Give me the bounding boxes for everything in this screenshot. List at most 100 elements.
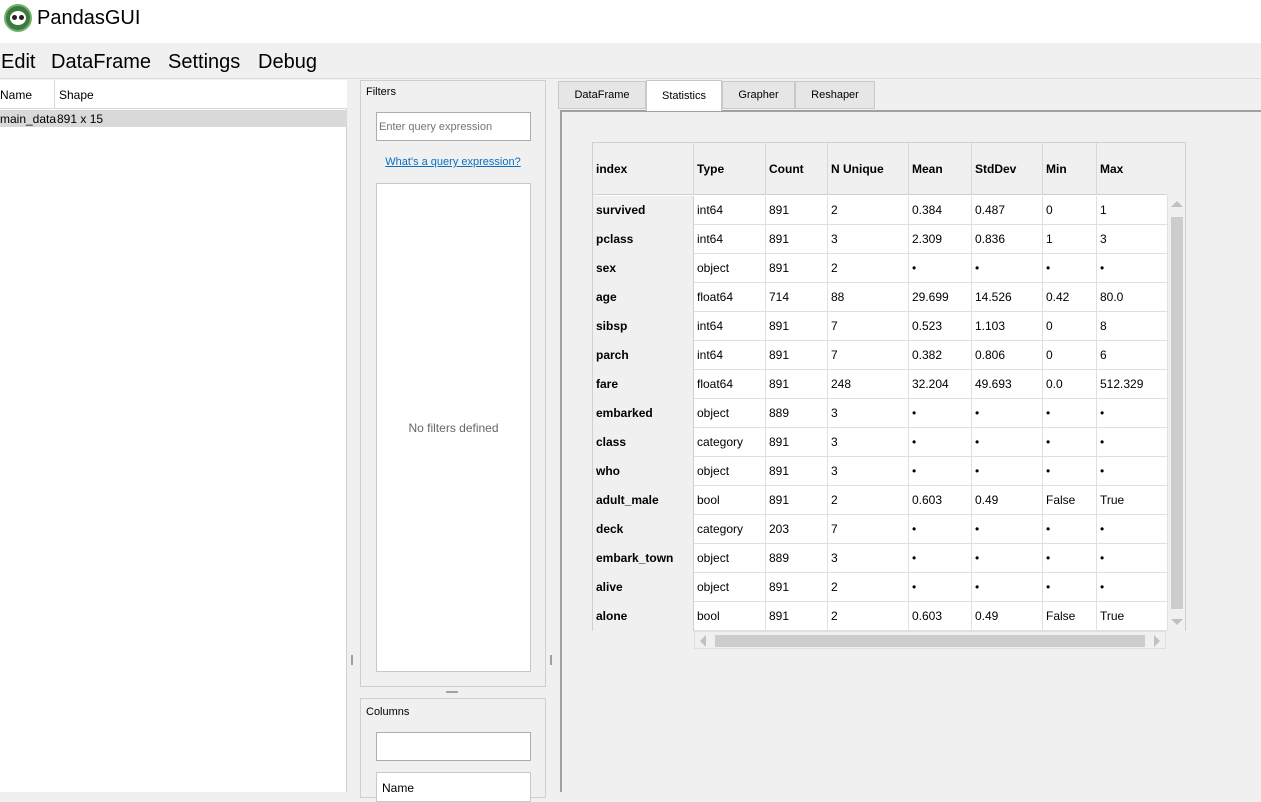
table-row[interactable]: survived int64 891 2 0.384 0.487 0 1 — [593, 196, 1167, 225]
cell-min[interactable]: 1 — [1043, 225, 1097, 254]
cell-count[interactable]: 891 — [766, 602, 828, 631]
cell-n-unique[interactable]: 2 — [828, 254, 909, 283]
cell-stddev[interactable]: • — [972, 573, 1043, 602]
cell-mean[interactable]: • — [909, 254, 972, 283]
cell-type[interactable]: int64 — [694, 312, 766, 341]
cell-index[interactable]: sibsp — [593, 312, 694, 341]
scroll-thumb[interactable] — [1171, 217, 1183, 609]
cell-min[interactable]: • — [1043, 254, 1097, 283]
column-header-max[interactable]: Max — [1097, 143, 1167, 195]
table-row[interactable]: sex object 891 2 • • • • — [593, 254, 1167, 283]
table-row[interactable]: who object 891 3 • • • • — [593, 457, 1167, 486]
panel-splitter[interactable] — [446, 691, 458, 693]
cell-index[interactable]: class — [593, 428, 694, 457]
cell-max[interactable]: • — [1097, 544, 1167, 573]
cell-count[interactable]: 203 — [766, 515, 828, 544]
cell-stddev[interactable]: • — [972, 457, 1043, 486]
table-row[interactable]: parch int64 891 7 0.382 0.806 0 6 — [593, 341, 1167, 370]
query-input[interactable] — [376, 112, 531, 141]
cell-index[interactable]: survived — [593, 196, 694, 225]
tab-dataframe[interactable]: DataFrame — [558, 81, 646, 109]
cell-n-unique[interactable]: 3 — [828, 457, 909, 486]
cell-type[interactable]: int64 — [694, 196, 766, 225]
cell-max[interactable]: • — [1097, 573, 1167, 602]
cell-stddev[interactable]: 0.487 — [972, 196, 1043, 225]
cell-n-unique[interactable]: 7 — [828, 515, 909, 544]
cell-count[interactable]: 889 — [766, 544, 828, 573]
table-row[interactable]: sibsp int64 891 7 0.523 1.103 0 8 — [593, 312, 1167, 341]
cell-type[interactable]: category — [694, 515, 766, 544]
scroll-down-icon[interactable] — [1171, 619, 1183, 625]
cell-count[interactable]: 891 — [766, 428, 828, 457]
cell-mean[interactable]: • — [909, 457, 972, 486]
cell-min[interactable]: • — [1043, 573, 1097, 602]
cell-count[interactable]: 891 — [766, 196, 828, 225]
cell-min[interactable]: 0.0 — [1043, 370, 1097, 399]
cell-max[interactable]: • — [1097, 399, 1167, 428]
cell-max[interactable]: • — [1097, 428, 1167, 457]
cell-stddev[interactable]: • — [972, 428, 1043, 457]
table-row[interactable]: deck category 203 7 • • • • — [593, 515, 1167, 544]
cell-index[interactable]: embark_town — [593, 544, 694, 573]
cell-mean[interactable]: • — [909, 428, 972, 457]
column-header-stddev[interactable]: StdDev — [972, 143, 1043, 195]
table-row[interactable]: alive object 891 2 • • • • — [593, 573, 1167, 602]
cell-min[interactable]: • — [1043, 457, 1097, 486]
cell-mean[interactable]: 0.603 — [909, 602, 972, 631]
cell-index[interactable]: parch — [593, 341, 694, 370]
cell-n-unique[interactable]: 3 — [828, 399, 909, 428]
cell-mean[interactable]: 29.699 — [909, 283, 972, 312]
table-row[interactable]: alone bool 891 2 0.603 0.49 False True — [593, 602, 1167, 631]
cell-count[interactable]: 891 — [766, 457, 828, 486]
splitter-handle[interactable] — [550, 655, 552, 665]
cell-stddev[interactable]: • — [972, 254, 1043, 283]
cell-mean[interactable]: • — [909, 573, 972, 602]
table-row[interactable]: age float64 714 88 29.699 14.526 0.42 80.0 — [593, 283, 1167, 312]
cell-type[interactable]: category — [694, 428, 766, 457]
cell-mean[interactable]: • — [909, 515, 972, 544]
cell-n-unique[interactable]: 7 — [828, 312, 909, 341]
table-row[interactable]: fare float64 891 248 32.204 49.693 0.0 512.329 — [593, 370, 1167, 399]
cell-max[interactable]: 1 — [1097, 196, 1167, 225]
scroll-right-icon[interactable] — [1154, 635, 1160, 647]
cell-mean[interactable]: 0.382 — [909, 341, 972, 370]
cell-max[interactable]: 8 — [1097, 312, 1167, 341]
cell-n-unique[interactable]: 88 — [828, 283, 909, 312]
cell-type[interactable]: object — [694, 399, 766, 428]
cell-stddev[interactable]: 14.526 — [972, 283, 1043, 312]
vertical-scrollbar[interactable] — [1167, 195, 1185, 631]
splitter-handle[interactable] — [351, 655, 353, 665]
cell-max[interactable]: 3 — [1097, 225, 1167, 254]
menu-dataframe[interactable]: DataFrame — [51, 51, 151, 74]
cell-type[interactable]: object — [694, 254, 766, 283]
cell-mean[interactable]: • — [909, 399, 972, 428]
cell-index[interactable]: fare — [593, 370, 694, 399]
column-header-count[interactable]: Count — [766, 143, 828, 195]
cell-index[interactable]: age — [593, 283, 694, 312]
cell-count[interactable]: 891 — [766, 486, 828, 515]
cell-count[interactable]: 891 — [766, 312, 828, 341]
cell-n-unique[interactable]: 2 — [828, 602, 909, 631]
cell-max[interactable]: • — [1097, 457, 1167, 486]
cell-n-unique[interactable]: 7 — [828, 341, 909, 370]
cell-stddev[interactable]: 0.806 — [972, 341, 1043, 370]
cell-count[interactable]: 891 — [766, 573, 828, 602]
cell-type[interactable]: float64 — [694, 283, 766, 312]
cell-mean[interactable]: 32.204 — [909, 370, 972, 399]
cell-mean[interactable]: 0.384 — [909, 196, 972, 225]
table-row[interactable]: embarked object 889 3 • • • • — [593, 399, 1167, 428]
column-header-n-unique[interactable]: N Unique — [828, 143, 909, 195]
cell-type[interactable]: object — [694, 457, 766, 486]
table-row[interactable]: class category 891 3 • • • • — [593, 428, 1167, 457]
cell-min[interactable]: • — [1043, 428, 1097, 457]
cell-n-unique[interactable]: 2 — [828, 486, 909, 515]
cell-max[interactable]: True — [1097, 602, 1167, 631]
cell-stddev[interactable]: 1.103 — [972, 312, 1043, 341]
tab-reshaper[interactable]: Reshaper — [795, 81, 875, 109]
header-shape[interactable]: Shape — [59, 88, 94, 102]
cell-n-unique[interactable]: 248 — [828, 370, 909, 399]
cell-type[interactable]: bool — [694, 602, 766, 631]
cell-type[interactable]: object — [694, 544, 766, 573]
cell-count[interactable]: 891 — [766, 341, 828, 370]
cell-mean[interactable]: 0.603 — [909, 486, 972, 515]
